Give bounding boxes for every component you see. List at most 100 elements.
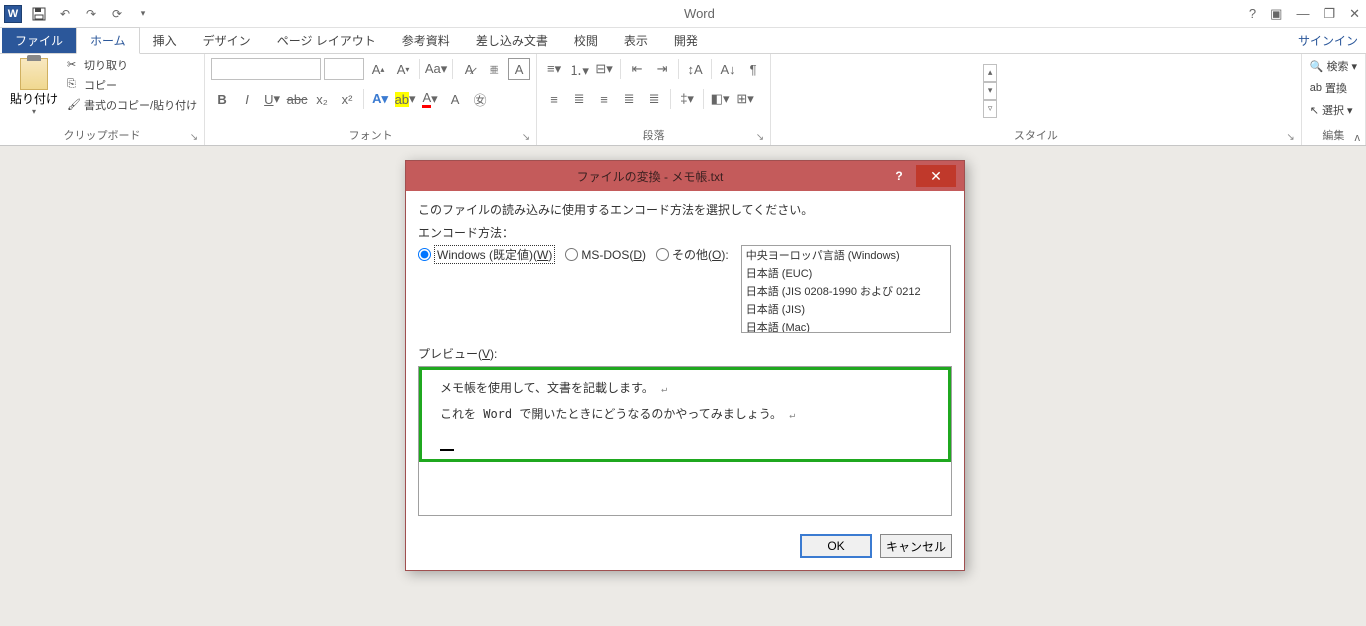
copy-button[interactable]: ⎘コピー — [66, 76, 198, 94]
show-marks-button[interactable]: ¶ — [742, 58, 764, 80]
tab-design[interactable]: デザイン — [190, 28, 264, 53]
close-icon[interactable]: ✕ — [1347, 4, 1362, 24]
font-family-combo[interactable] — [211, 58, 321, 80]
font-color-button[interactable]: A▾ — [419, 88, 441, 110]
dialog-title-bar[interactable]: ファイルの変換 - メモ帳.txt ? ✕ — [406, 161, 964, 191]
collapse-ribbon-icon[interactable]: ʌ — [1355, 132, 1361, 144]
text-direction-button[interactable]: ↕A — [684, 58, 706, 80]
align-left-button[interactable]: ≡ — [543, 88, 565, 110]
clipboard-launcher-icon[interactable]: ↘ — [190, 132, 198, 143]
tab-mailings[interactable]: 差し込み文書 — [463, 28, 561, 53]
dialog-close-icon[interactable]: ✕ — [916, 165, 956, 187]
increase-indent-button[interactable]: ⇥ — [651, 58, 673, 80]
format-painter-icon: 🖌 — [67, 98, 81, 112]
clear-formatting-button[interactable]: A̷ — [458, 58, 480, 80]
encoding-option[interactable]: 日本語 (JIS) — [742, 300, 950, 318]
encoding-method-label: エンコード方法： — [418, 224, 952, 241]
tab-references[interactable]: 参考資料 — [389, 28, 463, 53]
help-icon[interactable]: ? — [1247, 4, 1258, 24]
sort-button[interactable]: A↓ — [717, 58, 739, 80]
change-case-button[interactable]: Aa▾ — [425, 58, 447, 80]
line-spacing-button[interactable]: ‡▾ — [676, 88, 698, 110]
text-effects-button[interactable]: A▾ — [369, 88, 391, 110]
tab-view[interactable]: 表示 — [611, 28, 661, 53]
app-title: Word — [152, 6, 1247, 21]
tab-page-layout[interactable]: ページ レイアウト — [264, 28, 389, 53]
select-button[interactable]: ↖選択 ▾ — [1308, 100, 1359, 120]
encoding-option[interactable]: 中央ヨーロッパ言語 (Windows) — [742, 246, 950, 264]
preview-pane[interactable]: メモ帳を使用して、文書を記載します。 ↵ これを Word で開いたときにどうな… — [418, 366, 952, 516]
save-icon[interactable] — [30, 5, 48, 23]
decrease-indent-button[interactable]: ⇤ — [626, 58, 648, 80]
group-paragraph: ≡▾ ⒈▾ ⊟▾ ⇤ ⇥ ↕A A↓ ¶ ≡ ≣ ≡ ≣ ≣ ‡▾ — [537, 54, 771, 145]
paste-button[interactable]: 貼り付け ▾ — [6, 56, 62, 118]
group-styles: ▴ ▾ ▿ スタイル↘ — [771, 54, 1302, 145]
styles-down-icon[interactable]: ▾ — [983, 82, 997, 100]
align-right-button[interactable]: ≡ — [593, 88, 615, 110]
grow-font-button[interactable]: A▴ — [367, 58, 389, 80]
ok-button[interactable]: OK — [800, 534, 872, 558]
character-shading-button[interactable]: A — [444, 88, 466, 110]
ribbon-tabs: ファイル ホーム 挿入 デザイン ページ レイアウト 参考資料 差し込み文書 校… — [0, 28, 1366, 54]
enclose-characters-button[interactable]: ㊛ — [469, 88, 491, 110]
tab-home[interactable]: ホーム — [76, 27, 140, 54]
group-font: A▴ A▾ Aa▾ A̷ 亜 A B I U▾ abc x₂ x² A▾ ab▾… — [205, 54, 537, 145]
justify-button[interactable]: ≣ — [618, 88, 640, 110]
styles-more-icon[interactable]: ▿ — [983, 100, 997, 118]
refresh-icon[interactable]: ⟳ — [108, 5, 126, 23]
radio-msdos[interactable]: MS-DOS(D) — [565, 248, 646, 262]
tab-file[interactable]: ファイル — [2, 28, 76, 53]
file-conversion-dialog: ファイルの変換 - メモ帳.txt ? ✕ このファイルの読み込みに使用するエン… — [405, 160, 965, 571]
ribbon-display-icon[interactable]: ▣ — [1268, 4, 1284, 24]
radio-windows-default[interactable]: Windows (既定値)(W) — [418, 245, 555, 264]
phonetic-guide-button[interactable]: 亜 — [483, 58, 505, 80]
bullets-button[interactable]: ≡▾ — [543, 58, 565, 80]
encoding-option[interactable]: 日本語 (EUC) — [742, 264, 950, 282]
align-center-button[interactable]: ≣ — [568, 88, 590, 110]
font-launcher-icon[interactable]: ↘ — [522, 132, 530, 143]
shading-button[interactable]: ◧▾ — [709, 88, 731, 110]
dialog-help-icon[interactable]: ? — [886, 169, 912, 183]
underline-button[interactable]: U▾ — [261, 88, 283, 110]
borders-button[interactable]: ⊞▾ — [734, 88, 756, 110]
bold-button[interactable]: B — [211, 88, 233, 110]
character-border-button[interactable]: A — [508, 58, 530, 80]
multilevel-list-button[interactable]: ⊟▾ — [593, 58, 615, 80]
preview-label: プレビュー(V): — [418, 345, 952, 362]
tab-insert[interactable]: 挿入 — [140, 28, 190, 53]
encoding-list[interactable]: 中央ヨーロッパ言語 (Windows) 日本語 (EUC) 日本語 (JIS 0… — [741, 245, 951, 333]
format-painter-button[interactable]: 🖌書式のコピー/貼り付け — [66, 96, 198, 114]
font-size-combo[interactable] — [324, 58, 364, 80]
distributed-button[interactable]: ≣ — [643, 88, 665, 110]
highlight-button[interactable]: ab▾ — [394, 88, 416, 110]
find-button[interactable]: 🔍検索 ▾ — [1308, 56, 1359, 76]
paragraph-launcher-icon[interactable]: ↘ — [756, 132, 764, 143]
shrink-font-button[interactable]: A▾ — [392, 58, 414, 80]
subscript-button[interactable]: x₂ — [311, 88, 333, 110]
sign-in-link[interactable]: サインイン — [1290, 28, 1366, 53]
undo-icon[interactable]: ↶ — [56, 5, 74, 23]
numbering-button[interactable]: ⒈▾ — [568, 58, 590, 80]
strikethrough-button[interactable]: abc — [286, 88, 308, 110]
restore-icon[interactable]: ❐ — [1321, 4, 1337, 24]
superscript-button[interactable]: x² — [336, 88, 358, 110]
paragraph-group-label: 段落 — [643, 130, 665, 142]
replace-button[interactable]: ab置換 — [1308, 78, 1359, 98]
editing-group-label: 編集 — [1322, 130, 1344, 142]
styles-up-icon[interactable]: ▴ — [983, 64, 997, 82]
styles-launcher-icon[interactable]: ↘ — [1286, 132, 1294, 143]
tab-developer[interactable]: 開発 — [661, 28, 711, 53]
cancel-button[interactable]: キャンセル — [880, 534, 952, 558]
encoding-option[interactable]: 日本語 (JIS 0208-1990 および 0212 — [742, 282, 950, 300]
find-icon: 🔍 — [1310, 60, 1324, 73]
redo-icon[interactable]: ↷ — [82, 5, 100, 23]
word-app-icon[interactable]: W — [4, 5, 22, 23]
tab-review[interactable]: 校閲 — [561, 28, 611, 53]
radio-other[interactable]: その他(O): — [656, 246, 729, 263]
minimize-icon[interactable]: — — [1294, 4, 1311, 24]
text-cursor — [440, 449, 454, 451]
encoding-option[interactable]: 日本語 (Mac) — [742, 318, 950, 333]
cut-button[interactable]: ✂切り取り — [66, 56, 198, 74]
qat-dropdown-icon[interactable]: ▾ — [134, 5, 152, 23]
italic-button[interactable]: I — [236, 88, 258, 110]
